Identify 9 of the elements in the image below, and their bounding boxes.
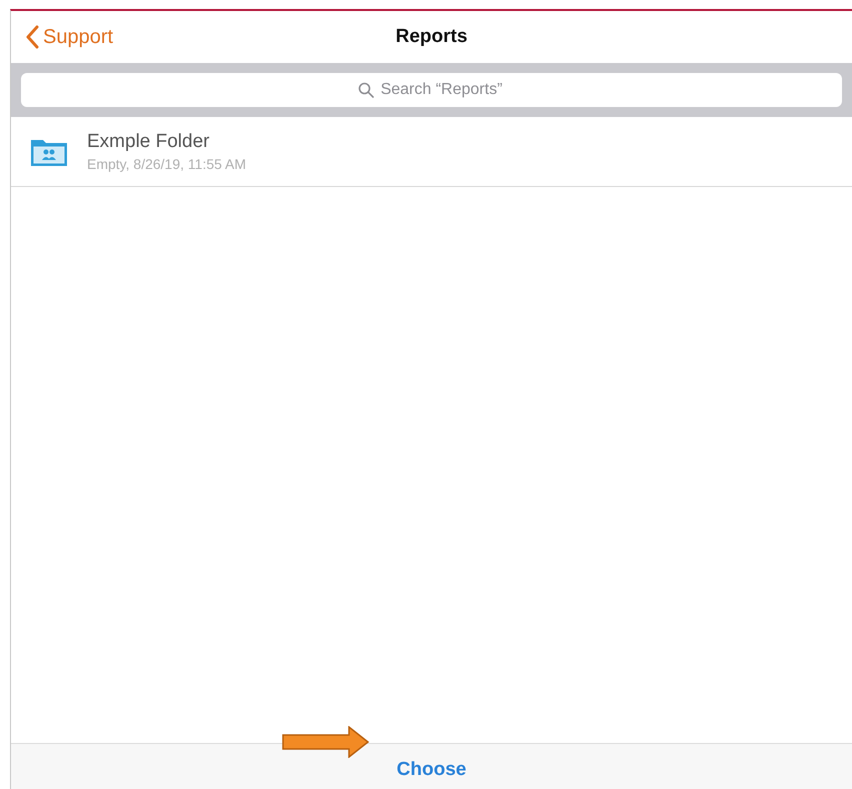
folder-name: Exmple Folder [87,130,210,154]
back-button[interactable]: Support [11,22,114,52]
folder-row[interactable]: Exmple Folder Empty, 8/26/19, 11:55 AM [11,117,852,187]
chevron-left-icon [25,25,39,49]
search-icon [358,82,374,98]
folder-detail: Empty, 8/26/19, 11:55 AM [87,154,246,174]
nav-title: Reports [396,24,468,49]
search-field[interactable]: Search “Reports” [21,73,842,107]
choose-button[interactable]: Choose [396,756,466,785]
